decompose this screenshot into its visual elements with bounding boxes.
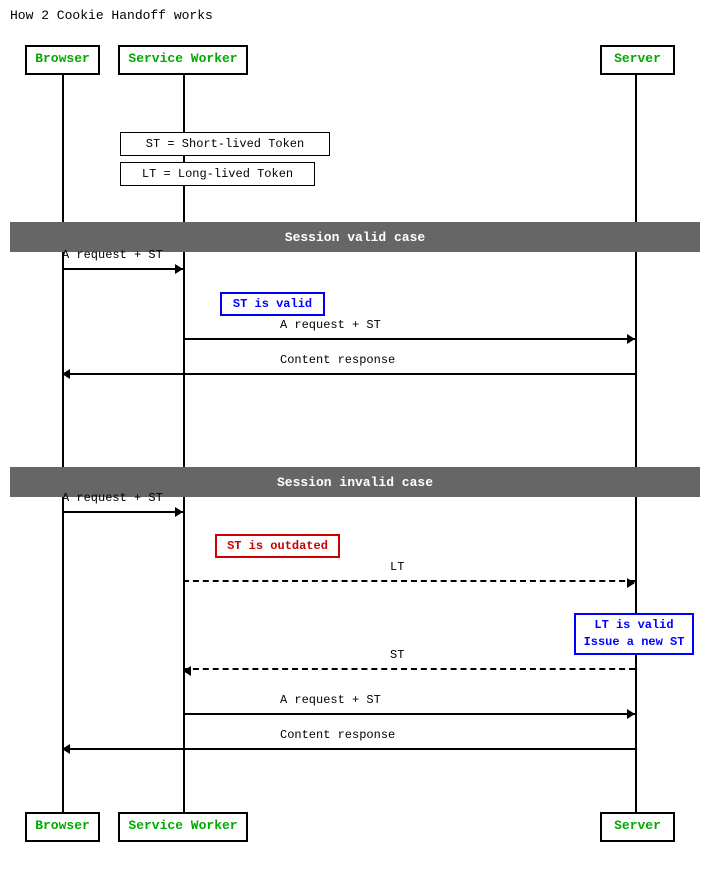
label-req-st-1: A request + ST [62,248,163,262]
label-req-st-2: A request + ST [280,318,381,332]
actor-server-top: Server [600,45,675,75]
st-outdated-note: ST is outdated [215,534,340,558]
st-definition: ST = Short-lived Token [120,132,330,156]
actor-service-worker-bottom: Service Worker [118,812,248,842]
arrow-req-st-4 [183,708,635,720]
label-req-st-3: A request + ST [62,491,163,505]
lt-valid-note: LT is valid Issue a new ST [574,613,694,655]
actor-browser-top: Browser [25,45,100,75]
lifeline-browser [62,75,64,815]
st-valid-note: ST is valid [220,292,325,316]
label-st: ST [390,648,404,662]
lifeline-service-worker [183,75,185,815]
arrow-st [183,663,635,675]
arrow-req-st-3 [62,506,183,518]
diagram-title: How 2 Cookie Handoff works [10,8,213,23]
actor-browser-bottom: Browser [25,812,100,842]
label-req-st-4: A request + ST [280,693,381,707]
actor-service-worker-top: Service Worker [118,45,248,75]
arrow-content-resp-2 [62,743,635,755]
label-content-resp-1: Content response [280,353,395,367]
diagram-container: How 2 Cookie Handoff works Browser Servi… [0,0,710,872]
lt-definition: LT = Long-lived Token [120,162,315,186]
label-lt: LT [390,560,404,574]
label-content-resp-2: Content response [280,728,395,742]
arrow-content-resp-1 [62,368,635,380]
arrow-lt [183,575,635,587]
arrow-req-st-1 [62,263,183,275]
arrow-req-st-2 [183,333,635,345]
lifeline-server [635,75,637,815]
actor-server-bottom: Server [600,812,675,842]
